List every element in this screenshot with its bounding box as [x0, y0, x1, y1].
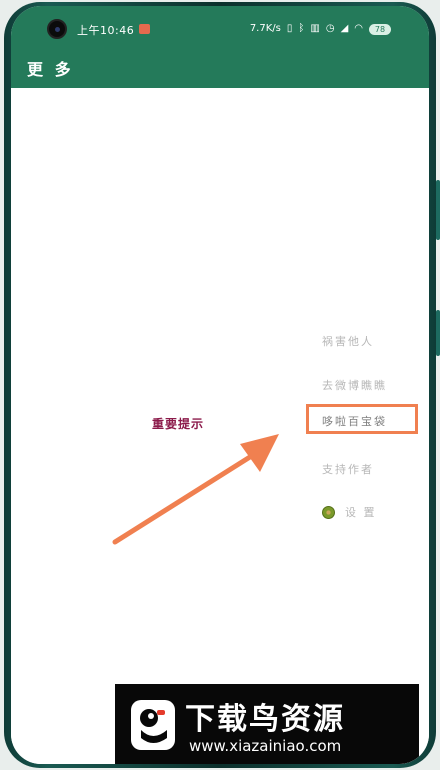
- screen: 上午10:46 7.7K/s ▯ ᛒ ▥ ◷ ◢ ◠ 78 更 多 重要提示 祸…: [11, 6, 429, 764]
- watermark-url: www.xiazainiao.com: [189, 737, 342, 755]
- volume-button: [436, 180, 440, 240]
- bird-logo-icon: [131, 700, 175, 750]
- watermark-title: 下载鸟资源: [185, 702, 345, 737]
- arrow-shaft: [112, 447, 264, 545]
- phone-frame: 上午10:46 7.7K/s ▯ ᛒ ▥ ◷ ◢ ◠ 78 更 多 重要提示 祸…: [0, 0, 440, 770]
- arrow-head-icon: [240, 434, 279, 472]
- power-button: [436, 310, 440, 356]
- annotation-arrow: [112, 434, 279, 545]
- watermark-banner: 下载鸟资源 www.xiazainiao.com: [115, 684, 419, 764]
